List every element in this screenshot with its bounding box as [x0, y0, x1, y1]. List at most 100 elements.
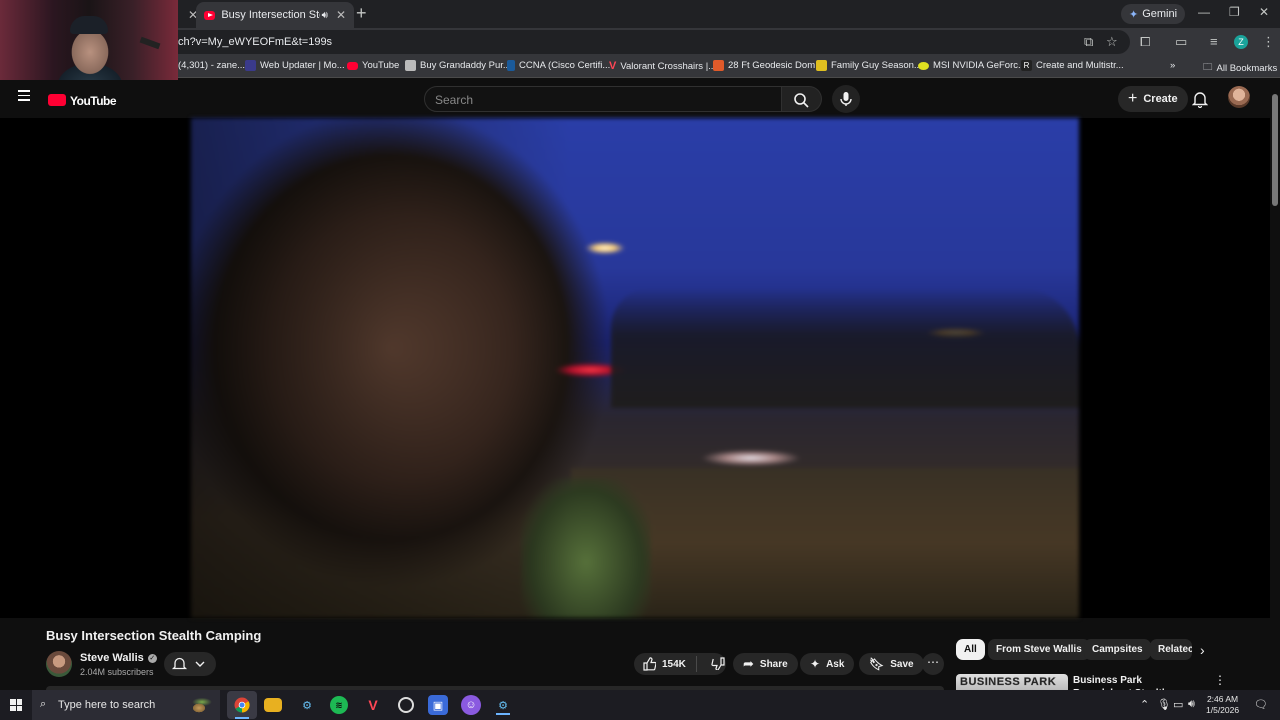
save-button[interactable]: 🔖︎ Save — [859, 653, 924, 675]
share-button[interactable]: ➦ Share — [733, 653, 798, 675]
dislike-button[interactable] — [703, 656, 725, 673]
bookmark-item[interactable]: Web Updater | Mo... — [245, 60, 345, 71]
media-control-icon[interactable]: ≡ — [1210, 34, 1218, 49]
bookmarks-overflow-icon[interactable]: » — [1170, 60, 1175, 71]
like-dislike-group: 154K — [634, 653, 726, 675]
bookmark-label: Family Guy Season... — [831, 60, 922, 71]
create-label: Create — [1143, 93, 1178, 105]
youtube-logo-icon[interactable] — [48, 94, 66, 106]
page-scrollbar[interactable] — [1270, 80, 1280, 690]
recommended-more-icon[interactable]: ⋮ — [1214, 673, 1226, 687]
bookmark-label: YouTube — [362, 60, 400, 71]
microphone-tray-icon[interactable]: 🎙︎ — [1157, 698, 1171, 711]
bookmark-item[interactable]: (4,301) - zane... — [178, 60, 245, 71]
bookmark-item[interactable]: Buy Grandaddy Pur... — [405, 60, 511, 71]
channel-avatar[interactable] — [46, 651, 72, 677]
search-input[interactable]: Search — [424, 86, 782, 112]
windows-taskbar: ⌕ Type here to search ⚙ ≋ V ▣ ☺ ⚙ ⌃ 🎙︎ ▭… — [0, 690, 1280, 720]
steam-app-icon[interactable]: ⚙ — [297, 695, 317, 715]
gemini-button[interactable]: ✦ Gemini — [1121, 4, 1186, 24]
scrollbar-thumb[interactable] — [1272, 94, 1278, 206]
create-button[interactable]: + Create — [1118, 86, 1188, 112]
sparkle-icon: ✦ — [810, 657, 821, 671]
search-placeholder: Search — [435, 93, 474, 107]
video-frame[interactable] — [191, 118, 1079, 618]
valorant-app-icon[interactable]: V — [363, 695, 383, 715]
bookmark-item[interactable]: MSI NVIDIA GeForc... — [918, 60, 1026, 71]
network-icon[interactable]: ▭ — [1173, 698, 1183, 711]
chrome-app-icon[interactable] — [227, 691, 257, 719]
chip-from-channel[interactable]: From Steve Wallis — [988, 639, 1090, 660]
tab-active[interactable]: Busy Intersection Stealth Ca 🔊︎ ✕ — [196, 2, 354, 28]
more-actions-icon[interactable]: ⋯ — [922, 653, 944, 675]
address-bar[interactable]: ch?v=My_eWYEOFmE&t=199s — [150, 30, 1130, 54]
youtube-favicon-icon — [347, 61, 358, 70]
bookmark-label: MSI NVIDIA GeForc... — [933, 60, 1026, 71]
ask-label: Ask — [826, 658, 845, 670]
windows-start-icon[interactable] — [10, 699, 22, 711]
recommended-title[interactable]: Business Park Roundabout Stealth Camping — [1073, 674, 1203, 690]
menu-icon[interactable] — [18, 90, 30, 104]
webcam-person — [70, 16, 108, 34]
browser-menu-icon[interactable]: ⋮ — [1262, 34, 1275, 50]
taskbar-clock[interactable]: 2:46 AM 1/5/2026 — [1206, 694, 1239, 716]
like-count: 154K — [662, 658, 686, 670]
valorant-icon: V — [609, 60, 617, 72]
bookmark-item[interactable]: R Create and Multistr... — [1021, 60, 1124, 71]
account-avatar[interactable] — [1228, 86, 1250, 108]
youtube-logo-text[interactable]: YouTube — [70, 94, 117, 108]
close-window-icon[interactable]: ✕ — [1259, 5, 1269, 19]
bookmark-item[interactable]: CCNA (Cisco Certifi... — [507, 60, 610, 71]
bookmark-star-icon[interactable]: ☆ — [1106, 34, 1118, 50]
extensions-icon[interactable]: ⧠ — [1140, 34, 1150, 50]
split-view-icon[interactable]: ▭ — [1175, 34, 1187, 50]
channel-name[interactable]: Steve Wallis ✓ — [80, 652, 157, 664]
minimize-icon[interactable]: — — [1198, 5, 1210, 19]
all-bookmarks[interactable]: 🗀 All Bookmarks — [1203, 60, 1277, 76]
new-tab-button[interactable]: + — [356, 3, 367, 24]
restore-icon[interactable]: ❐ — [1229, 5, 1240, 19]
taskbar-search-input[interactable]: ⌕ Type here to search — [32, 690, 220, 720]
like-button[interactable]: 154K — [634, 656, 697, 672]
streamlabs-icon[interactable]: ▣ — [428, 695, 448, 715]
bookmark-item[interactable]: YouTube — [347, 60, 399, 71]
speaker-icon[interactable]: 🔊︎ — [322, 10, 328, 21]
chip-related[interactable]: Relatec — [1150, 639, 1192, 660]
voice-search-button[interactable] — [832, 85, 860, 113]
search-button[interactable] — [782, 86, 822, 112]
spotify-icon[interactable]: ≋ — [330, 696, 348, 714]
channel-name-text: Steve Wallis — [80, 652, 144, 664]
folder-icon: 🗀 — [1203, 62, 1213, 73]
notifications-bell-icon[interactable] — [1192, 90, 1208, 108]
search-highlight-icon — [184, 696, 214, 716]
tray-overflow-icon[interactable]: ⌃ — [1140, 698, 1149, 711]
video-player[interactable] — [0, 118, 1270, 618]
chip-campsites[interactable]: Campsites — [1084, 639, 1151, 660]
bookmark-label: Valorant Crosshairs |... — [620, 60, 717, 72]
discord-icon[interactable]: ☺ — [461, 695, 481, 715]
subscribed-notifications-button[interactable] — [164, 652, 216, 676]
install-app-icon[interactable]: ⧉ — [1084, 34, 1093, 50]
bookmark-label: CCNA (Cisco Certifi... — [519, 60, 611, 71]
chip-all[interactable]: All — [956, 639, 985, 660]
video-title: Busy Intersection Stealth Camping — [46, 628, 262, 643]
recommended-thumbnail[interactable]: BUSINESS PARK — [956, 674, 1068, 690]
file-explorer-icon[interactable] — [264, 698, 282, 712]
bookmark-item[interactable]: Family Guy Season... — [816, 60, 922, 71]
bookmark-label: (4,301) - zane... — [178, 60, 246, 71]
browser-tab-strip: ✕ Busy Intersection Stealth Ca 🔊︎ ✕ + ✦ … — [0, 0, 1280, 28]
share-arrow-icon: ➦ — [743, 656, 754, 671]
steam-app-icon-2[interactable]: ⚙ — [493, 695, 513, 715]
volume-icon[interactable]: 🔊︎ — [1188, 698, 1195, 711]
chevron-right-icon[interactable]: › — [1200, 642, 1205, 658]
webcam-headphones — [139, 36, 161, 50]
thumbs-up-icon — [643, 657, 656, 671]
bookmark-item[interactable]: V Valorant Crosshairs |... — [609, 60, 716, 72]
bookmark-favicon-icon — [405, 60, 416, 71]
obs-icon[interactable] — [396, 695, 416, 715]
ask-button[interactable]: ✦ Ask — [800, 653, 855, 675]
notifications-icon[interactable]: 🗨︎ — [1254, 698, 1268, 711]
bookmark-item[interactable]: 28 Ft Geodesic Dom... — [713, 60, 823, 71]
close-tab-icon[interactable]: ✕ — [336, 8, 346, 22]
profile-avatar[interactable]: Z — [1234, 35, 1248, 49]
